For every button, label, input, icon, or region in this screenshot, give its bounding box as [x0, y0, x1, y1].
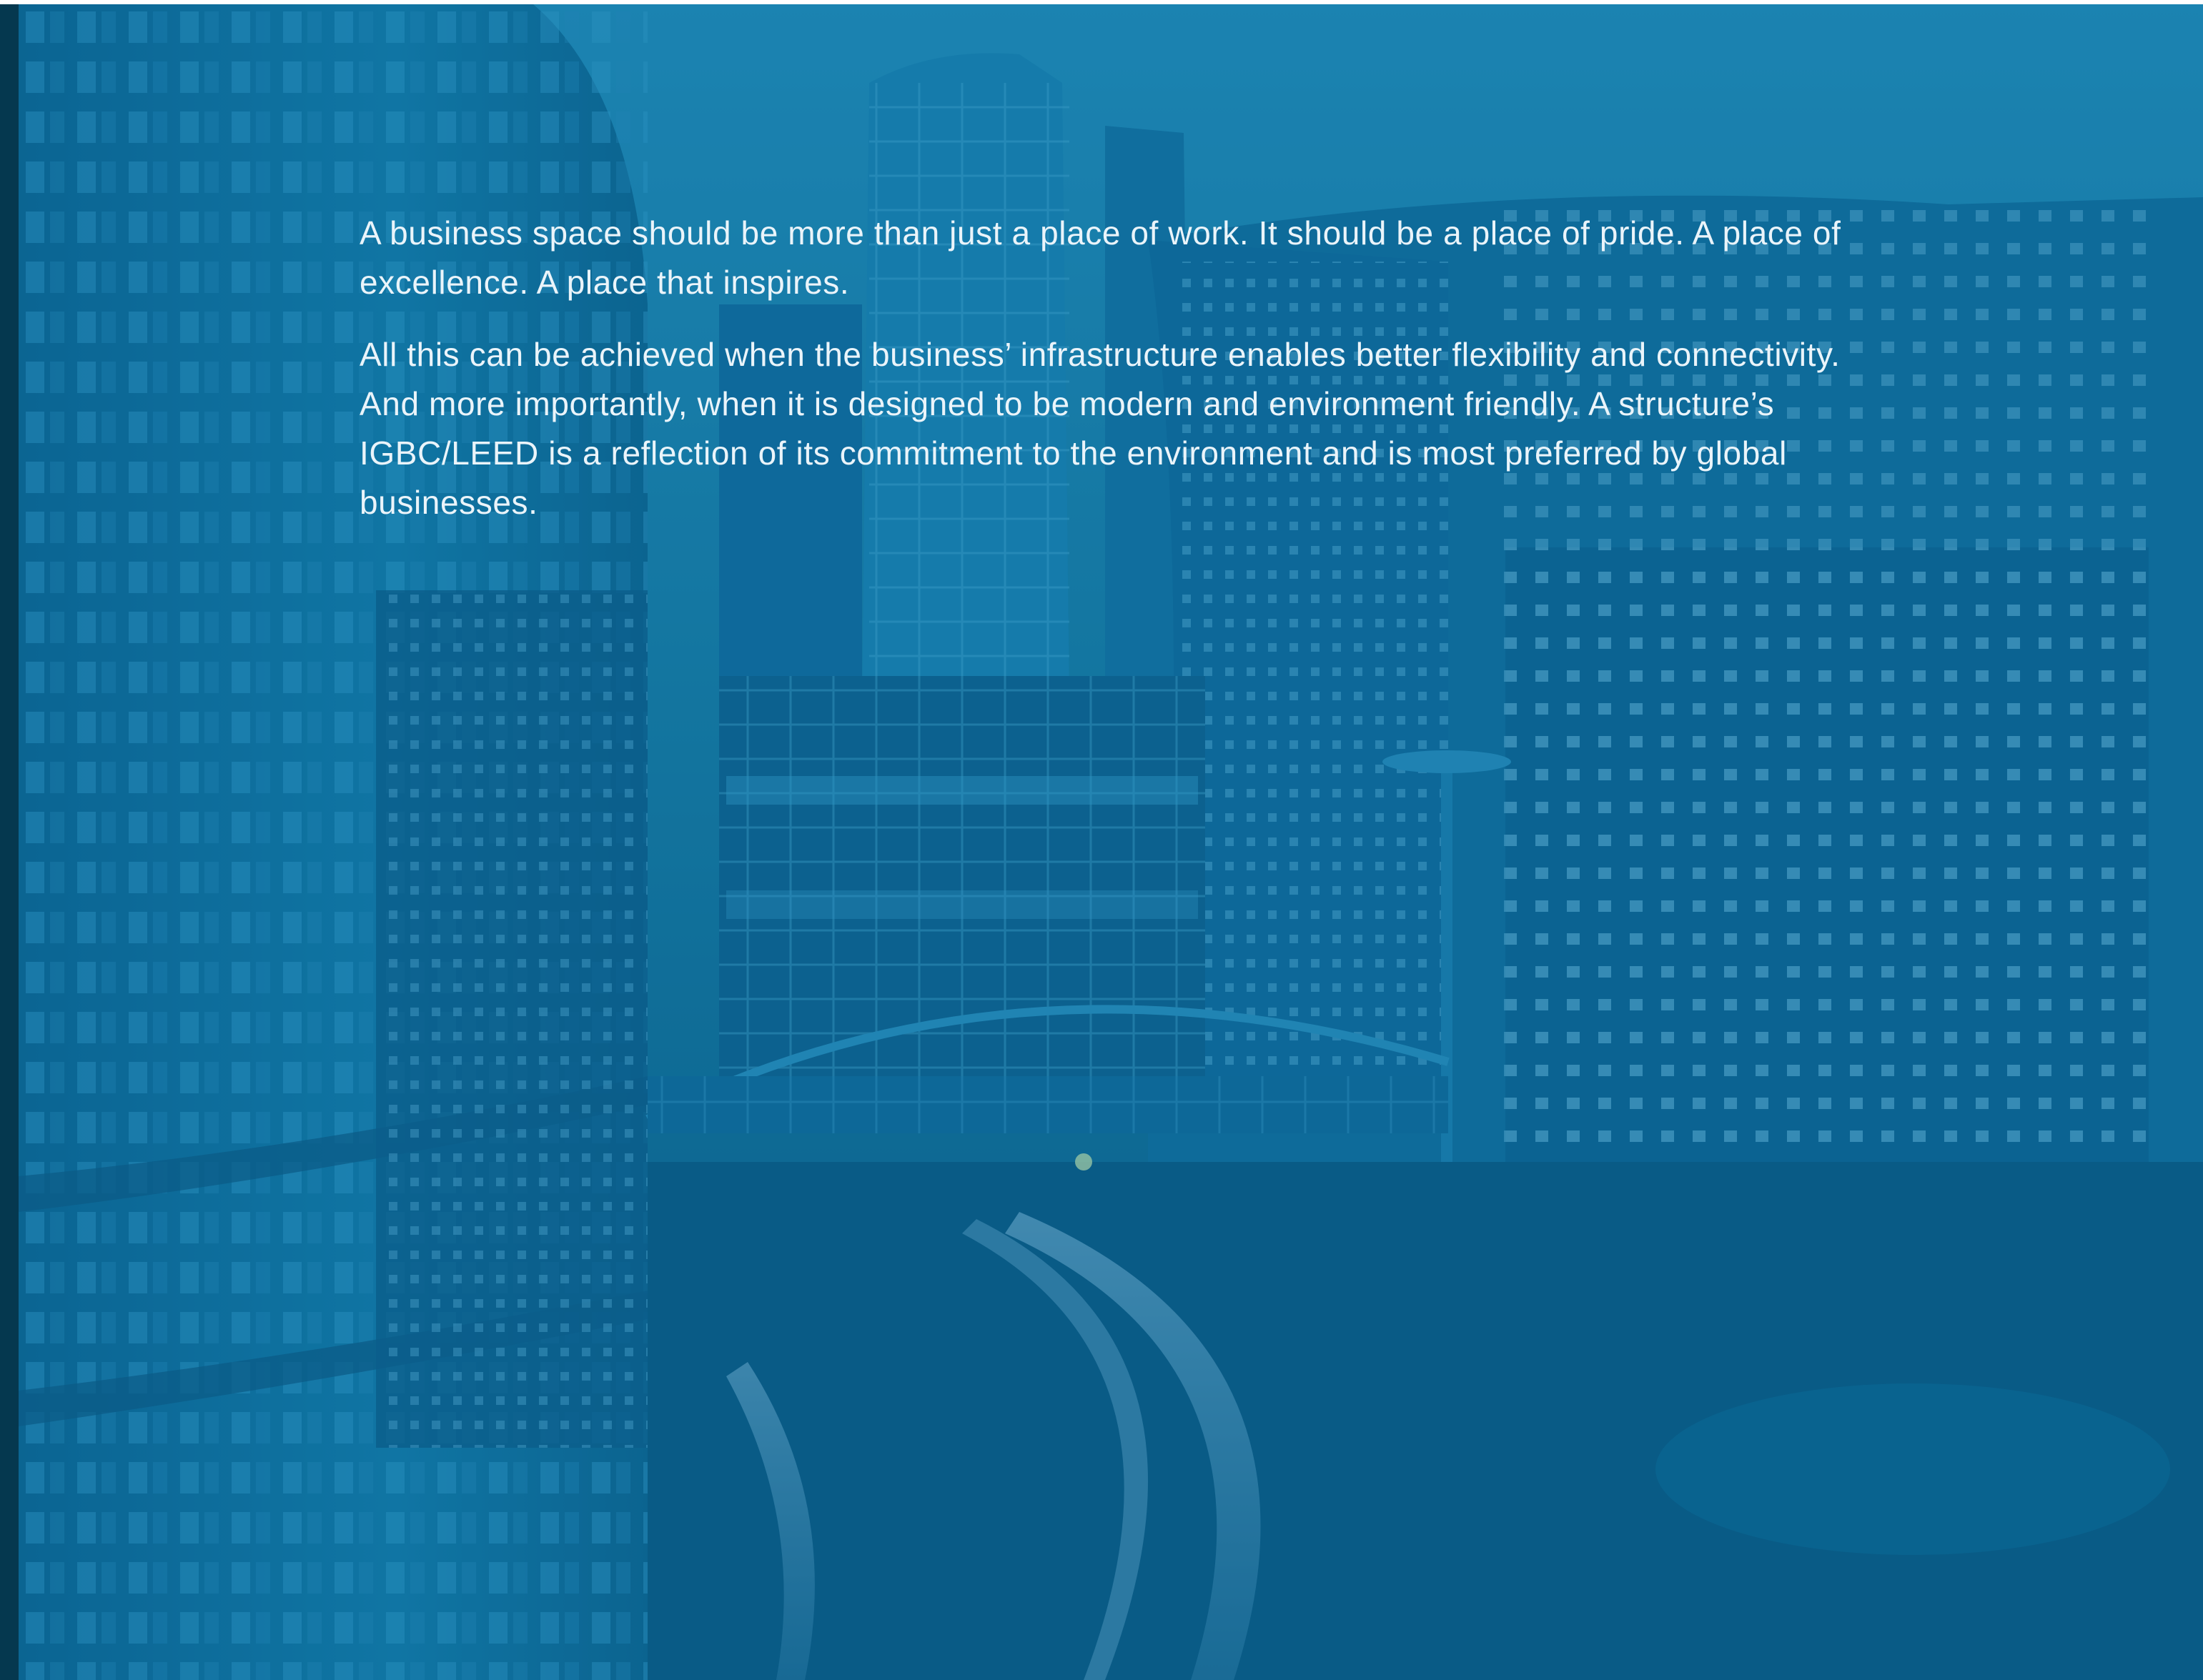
infrastructure-paragraph: All this can be achieved when the busine… [360, 336, 1841, 521]
body-copy: A business space should be more than jus… [360, 209, 1846, 550]
brochure-page: A business space should be more than jus… [0, 0, 2203, 1680]
left-edge-strip [0, 4, 19, 1680]
intro-paragraph: A business space should be more than jus… [360, 214, 1841, 301]
